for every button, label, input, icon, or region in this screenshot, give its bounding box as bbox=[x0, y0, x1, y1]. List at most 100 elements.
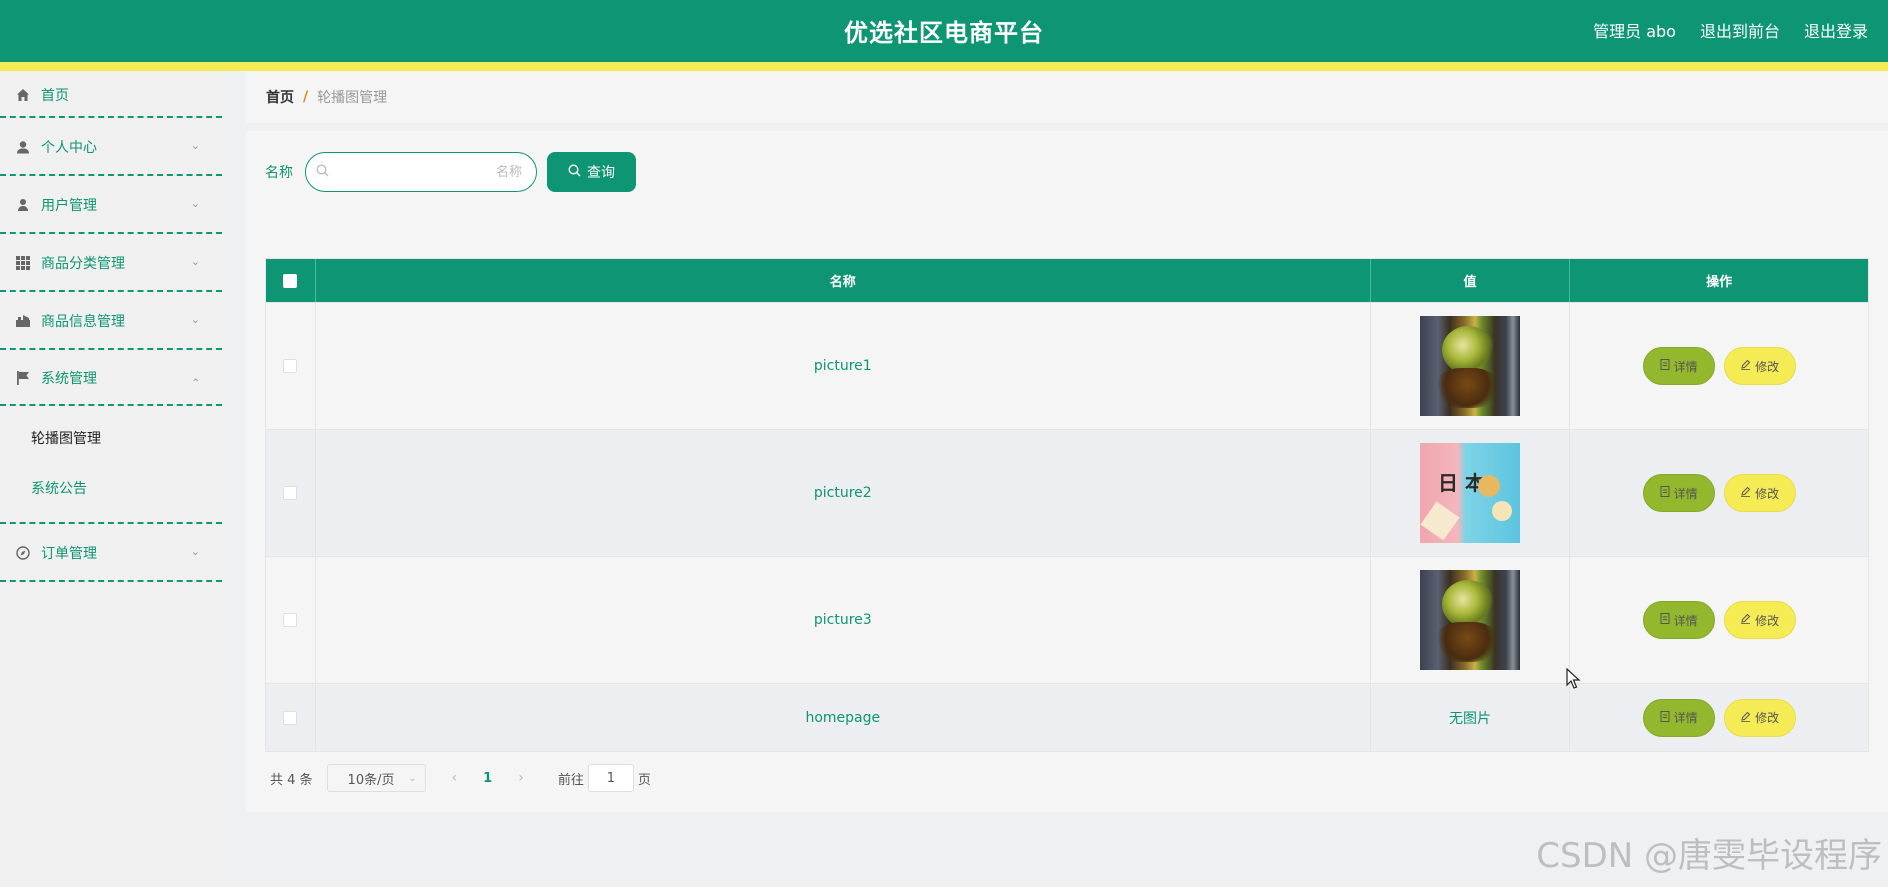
pencil-icon bbox=[1740, 711, 1751, 725]
detail-button[interactable]: 详情 bbox=[1642, 601, 1715, 639]
header-actions: 操作 bbox=[1706, 275, 1733, 290]
logout-link[interactable]: 退出登录 bbox=[1804, 18, 1868, 42]
admin-label[interactable]: 管理员 abo bbox=[1593, 18, 1676, 42]
shop-icon bbox=[15, 313, 31, 329]
query-button-label: 查询 bbox=[587, 165, 615, 181]
person-icon bbox=[15, 139, 31, 155]
system-submenu: 轮播图管理 系统公告 bbox=[0, 406, 222, 524]
thumbnail-image[interactable] bbox=[1420, 316, 1520, 416]
search-input[interactable] bbox=[335, 164, 522, 180]
edit-label: 修改 bbox=[1755, 613, 1780, 628]
prev-page-icon[interactable]: ‹ bbox=[452, 770, 458, 786]
sidebar-item-personal-center[interactable]: 个人中心 ⌄ bbox=[0, 118, 222, 176]
goto-page-value: 1 bbox=[606, 770, 615, 786]
row-name: homepage bbox=[805, 709, 881, 726]
sidebar-subitem-carousel[interactable]: 轮播图管理 bbox=[0, 414, 222, 464]
back-to-front-link[interactable]: 退出到前台 bbox=[1700, 18, 1780, 42]
breadcrumb: 首页 / 轮播图管理 bbox=[246, 71, 1888, 123]
detail-button[interactable]: 详情 bbox=[1642, 474, 1715, 512]
chevron-down-icon: ⌄ bbox=[190, 197, 200, 211]
user-icon bbox=[15, 197, 31, 213]
table-header: 名称 值 操作 bbox=[266, 259, 1868, 302]
edit-button[interactable]: 修改 bbox=[1723, 474, 1796, 512]
document-icon bbox=[1660, 359, 1670, 373]
pagination: 共 4 条 10条/页 ⌄ ‹ 1 › 前往 1 页 bbox=[270, 764, 651, 792]
mouse-cursor-icon bbox=[1566, 668, 1581, 689]
sidebar-item-home[interactable]: 首页 bbox=[0, 71, 222, 118]
select-all-checkbox[interactable] bbox=[283, 273, 298, 288]
row-name: picture1 bbox=[813, 358, 872, 374]
edit-button[interactable]: 修改 bbox=[1723, 601, 1796, 639]
next-page-icon[interactable]: › bbox=[518, 770, 524, 786]
sidebar-item-label: 商品信息管理 bbox=[41, 314, 125, 330]
search-icon bbox=[568, 163, 581, 181]
header-value: 值 bbox=[1371, 259, 1571, 302]
goto-suffix: 页 bbox=[637, 772, 651, 788]
detail-button[interactable]: 详情 bbox=[1642, 347, 1715, 385]
sidebar-item-label: 系统管理 bbox=[41, 371, 97, 387]
header-name: 名称 bbox=[316, 259, 1371, 302]
document-icon bbox=[1660, 486, 1670, 500]
table-row: picture1 详情 修改 bbox=[266, 302, 1868, 429]
top-header: 优选社区电商平台 管理员 abo 退出到前台 退出登录 bbox=[0, 0, 1888, 62]
edit-label: 修改 bbox=[1755, 486, 1780, 501]
goto-prefix: 前往 bbox=[557, 772, 584, 788]
page-size-select[interactable]: 10条/页 ⌄ bbox=[326, 764, 426, 792]
query-button[interactable]: 查询 bbox=[547, 152, 636, 192]
thumbnail-image[interactable] bbox=[1420, 570, 1520, 670]
table-row: picture3 详情 修改 bbox=[266, 556, 1868, 683]
sidebar: 首页 个人中心 ⌄ 用户管理 ⌄ 商品分类管理 ⌄ 商品信息管理 ⌄ 系统管理 … bbox=[0, 71, 222, 887]
flag-icon bbox=[15, 370, 31, 386]
search-box[interactable] bbox=[305, 152, 537, 192]
row-checkbox[interactable] bbox=[283, 359, 298, 373]
sidebar-item-product-management[interactable]: 商品信息管理 ⌄ bbox=[0, 292, 222, 350]
sidebar-item-label: 订单管理 bbox=[41, 546, 97, 562]
watermark: CSDN @唐雯毕设程序 bbox=[1536, 836, 1882, 876]
edit-label: 修改 bbox=[1755, 359, 1780, 374]
pencil-icon bbox=[1740, 486, 1751, 500]
home-icon bbox=[15, 87, 31, 103]
edit-button[interactable]: 修改 bbox=[1723, 347, 1796, 385]
sidebar-subitem-announcement[interactable]: 系统公告 bbox=[0, 464, 222, 514]
row-checkbox[interactable] bbox=[283, 486, 298, 500]
thumbnail-image[interactable]: 日 本 bbox=[1420, 443, 1520, 543]
table-row: picture2 日 本 详情 修改 bbox=[266, 429, 1868, 556]
sidebar-item-label: 个人中心 bbox=[41, 140, 97, 156]
row-checkbox[interactable] bbox=[283, 613, 298, 627]
detail-label: 详情 bbox=[1673, 486, 1698, 501]
edit-button[interactable]: 修改 bbox=[1723, 698, 1796, 737]
page-number[interactable]: 1 bbox=[483, 771, 492, 786]
sidebar-item-label: 商品分类管理 bbox=[41, 256, 125, 272]
pencil-icon bbox=[1740, 613, 1751, 627]
document-icon bbox=[1660, 613, 1670, 627]
sidebar-item-user-management[interactable]: 用户管理 ⌄ bbox=[0, 176, 222, 234]
breadcrumb-current: 轮播图管理 bbox=[317, 90, 388, 106]
chevron-down-icon: ⌄ bbox=[190, 545, 200, 559]
chevron-up-icon: ⌄ bbox=[190, 375, 200, 389]
document-icon bbox=[1660, 710, 1670, 725]
sidebar-item-label: 用户管理 bbox=[41, 198, 97, 214]
row-name: picture2 bbox=[813, 485, 872, 501]
sidebar-item-category-management[interactable]: 商品分类管理 ⌄ bbox=[0, 234, 222, 292]
pagination-total: 共 4 条 bbox=[270, 772, 313, 788]
search-form: 名称 查询 bbox=[265, 152, 636, 192]
goto-page-input[interactable]: 1 bbox=[587, 764, 634, 792]
chevron-down-icon: ⌄ bbox=[408, 772, 417, 784]
header-stripe bbox=[0, 62, 1888, 71]
row-name: picture3 bbox=[813, 612, 872, 628]
main-content: 名称 查询 名称 值 操作 picture1 bbox=[246, 131, 1888, 812]
chevron-down-icon: ⌄ bbox=[190, 139, 200, 153]
sidebar-item-order-management[interactable]: 订单管理 ⌄ bbox=[0, 524, 222, 582]
grid-icon bbox=[15, 255, 31, 271]
detail-button[interactable]: 详情 bbox=[1642, 698, 1715, 737]
detail-label: 详情 bbox=[1673, 359, 1698, 374]
row-checkbox[interactable] bbox=[283, 710, 298, 725]
data-table: 名称 值 操作 picture1 详情 修改 picture2 日 本 详情 修… bbox=[265, 258, 1869, 752]
sidebar-item-system-management[interactable]: 系统管理 ⌄ bbox=[0, 350, 222, 406]
detail-label: 详情 bbox=[1673, 711, 1698, 725]
search-icon bbox=[316, 164, 329, 181]
chevron-down-icon: ⌄ bbox=[190, 255, 200, 269]
page-size-value: 10条/页 bbox=[347, 772, 395, 788]
detail-label: 详情 bbox=[1673, 613, 1698, 628]
breadcrumb-home[interactable]: 首页 bbox=[266, 87, 294, 107]
